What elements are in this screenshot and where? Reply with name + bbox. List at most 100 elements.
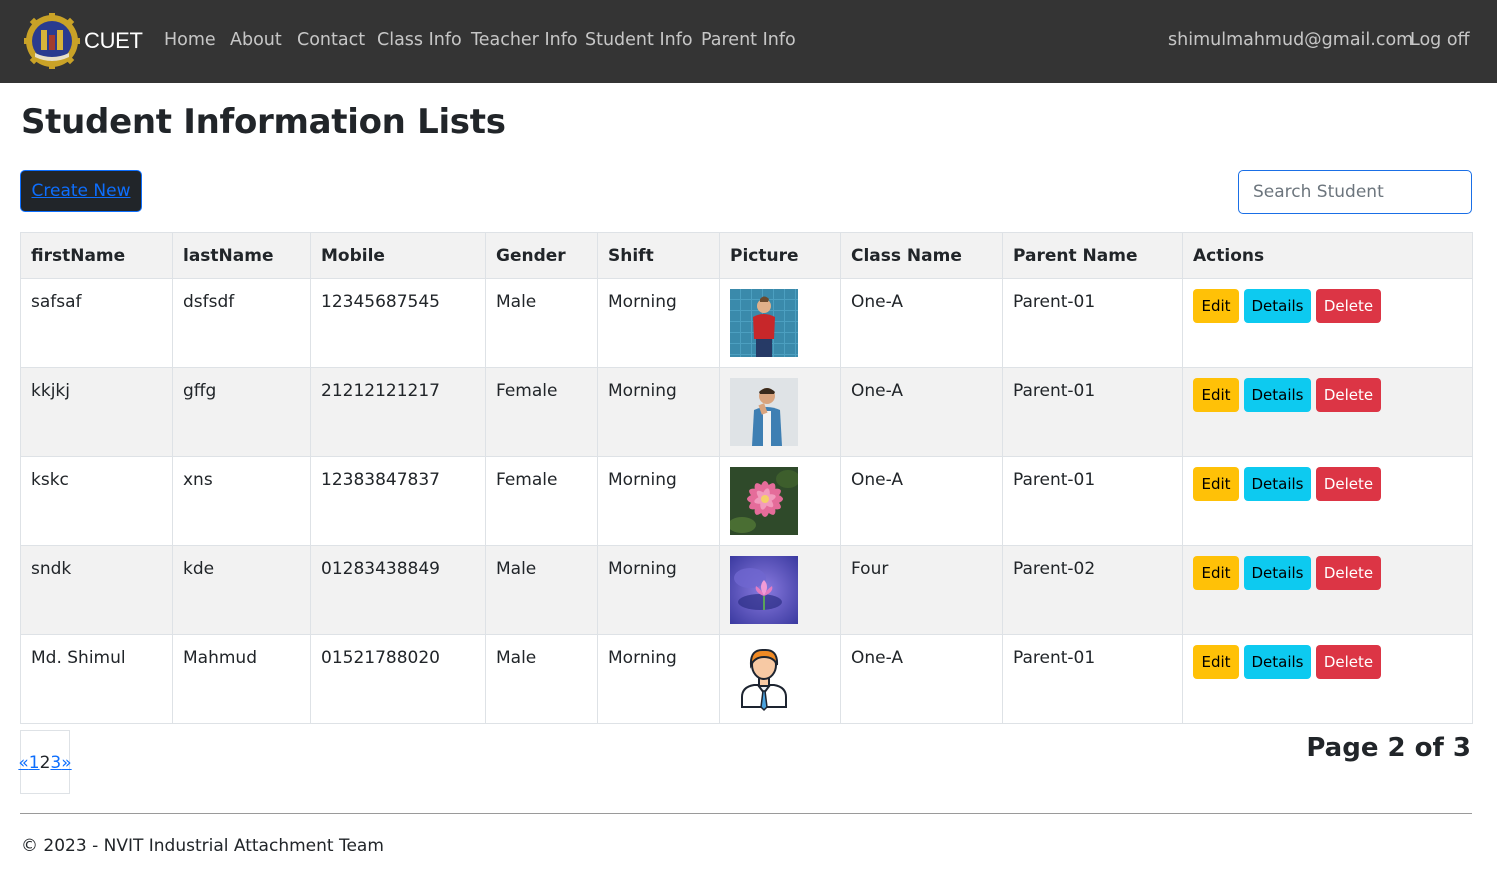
nav-teacher-info-link[interactable]: Teacher Info <box>471 28 578 52</box>
details-button[interactable]: Details <box>1244 289 1311 323</box>
cell-shift: Morning <box>597 545 720 635</box>
cell-actions: Edit Details Delete <box>1182 545 1473 635</box>
cell-shift: Morning <box>597 634 720 724</box>
delete-button[interactable]: Delete <box>1316 645 1381 679</box>
column-header-mobile: Mobile <box>310 232 486 279</box>
cell-lastname: xns <box>172 456 311 546</box>
pagination-next-link[interactable]: » <box>61 753 71 773</box>
student-avatar-icon <box>730 645 798 713</box>
cell-parent-name: Parent-02 <box>1002 545 1183 635</box>
cell-class-name: One-A <box>840 456 1003 546</box>
nav-student-info-link[interactable]: Student Info <box>585 28 693 52</box>
student-table: firstName lastName Mobile Gender Shift P… <box>20 232 1473 724</box>
edit-button[interactable]: Edit <box>1193 645 1239 679</box>
user-email-link[interactable]: shimulmahmud@gmail.com <box>1168 28 1413 52</box>
pagination-page-3-link[interactable]: 3 <box>50 753 61 773</box>
delete-button[interactable]: Delete <box>1316 289 1381 323</box>
nav-contact-link[interactable]: Contact <box>297 28 365 52</box>
footer-text: © 2023 - NVIT Industrial Attachment Team <box>21 836 384 856</box>
top-navbar: CUET Home About Contact Class Info Teach… <box>0 0 1497 83</box>
details-button[interactable]: Details <box>1244 645 1311 679</box>
student-photo-pink-flower <box>730 467 798 535</box>
edit-button[interactable]: Edit <box>1193 289 1239 323</box>
cell-parent-name: Parent-01 <box>1002 456 1183 546</box>
cell-class-name: Four <box>840 545 1003 635</box>
cell-parent-name: Parent-01 <box>1002 367 1183 457</box>
edit-button[interactable]: Edit <box>1193 467 1239 501</box>
edit-button[interactable]: Edit <box>1193 556 1239 590</box>
column-header-lastname: lastName <box>172 232 311 279</box>
table-row: Md. Shimul Mahmud 01521788020 Male Morni… <box>20 634 1473 724</box>
details-button[interactable]: Details <box>1244 467 1311 501</box>
cell-firstname: sndk <box>20 545 173 635</box>
column-header-class-name: Class Name <box>840 232 1003 279</box>
cell-gender: Male <box>485 634 598 724</box>
cell-gender: Female <box>485 367 598 457</box>
create-new-button[interactable]: Create New <box>20 170 142 212</box>
cell-parent-name: Parent-01 <box>1002 278 1183 368</box>
brand[interactable]: CUET <box>23 13 143 69</box>
cell-class-name: One-A <box>840 278 1003 368</box>
page-indicator: Page 2 of 3 <box>1306 733 1471 763</box>
table-row: sndk kde 01283438849 Male Morning Four P… <box>20 545 1473 635</box>
nav-home-link[interactable]: Home <box>164 28 216 52</box>
search-student-input[interactable] <box>1238 170 1472 214</box>
cell-lastname: gffg <box>172 367 311 457</box>
column-header-firstname: firstName <box>20 232 173 279</box>
nav-class-info-link[interactable]: Class Info <box>377 28 462 52</box>
table-row: safsaf dsfsdf 12345687545 Male Morning O… <box>20 278 1473 368</box>
pagination-prev-link[interactable]: « <box>18 753 28 773</box>
delete-button[interactable]: Delete <box>1316 378 1381 412</box>
page-title: Student Information Lists <box>21 102 506 142</box>
nav-parent-info-link[interactable]: Parent Info <box>701 28 796 52</box>
cell-picture <box>719 278 841 368</box>
table-row: kkjkj gffg 21212121217 Female Morning On… <box>20 367 1473 457</box>
cell-picture <box>719 634 841 724</box>
cell-mobile: 01521788020 <box>310 634 486 724</box>
nav-about-link[interactable]: About <box>230 28 282 52</box>
delete-button[interactable]: Delete <box>1316 467 1381 501</box>
cell-class-name: One-A <box>840 634 1003 724</box>
cell-actions: Edit Details Delete <box>1182 278 1473 368</box>
pagination: «1 2 3» <box>18 730 72 794</box>
logoff-link[interactable]: Log off <box>1410 28 1470 52</box>
column-header-actions: Actions <box>1182 232 1473 279</box>
cell-lastname: dsfsdf <box>172 278 311 368</box>
cell-actions: Edit Details Delete <box>1182 456 1473 546</box>
student-photo-man-red-shirt <box>730 289 798 357</box>
student-photo-man-thinking <box>730 378 798 446</box>
cell-actions: Edit Details Delete <box>1182 367 1473 457</box>
cell-class-name: One-A <box>840 367 1003 457</box>
cell-lastname: kde <box>172 545 311 635</box>
student-photo-purple-lotus <box>730 556 798 624</box>
column-header-parent-name: Parent Name <box>1002 232 1183 279</box>
cell-parent-name: Parent-01 <box>1002 634 1183 724</box>
brand-name: CUET <box>84 28 143 53</box>
cell-gender: Female <box>485 456 598 546</box>
edit-button[interactable]: Edit <box>1193 378 1239 412</box>
cell-picture <box>719 456 841 546</box>
details-button[interactable]: Details <box>1244 378 1311 412</box>
details-button[interactable]: Details <box>1244 556 1311 590</box>
footer-divider <box>20 813 1472 814</box>
cuet-logo-icon <box>24 13 80 69</box>
table-row: kskc xns 12383847837 Female Morning One-… <box>20 456 1473 546</box>
pagination-page-1-link[interactable]: 1 <box>29 753 40 773</box>
column-header-picture: Picture <box>719 232 841 279</box>
delete-button[interactable]: Delete <box>1316 556 1381 590</box>
cell-firstname: Md. Shimul <box>20 634 173 724</box>
cell-mobile: 21212121217 <box>310 367 486 457</box>
cell-mobile: 12383847837 <box>310 456 486 546</box>
cell-shift: Morning <box>597 367 720 457</box>
cell-lastname: Mahmud <box>172 634 311 724</box>
column-header-shift: Shift <box>597 232 720 279</box>
column-header-gender: Gender <box>485 232 598 279</box>
cell-picture <box>719 545 841 635</box>
cell-shift: Morning <box>597 278 720 368</box>
cell-picture <box>719 367 841 457</box>
cell-firstname: safsaf <box>20 278 173 368</box>
cell-actions: Edit Details Delete <box>1182 634 1473 724</box>
cell-mobile: 01283438849 <box>310 545 486 635</box>
cell-firstname: kskc <box>20 456 173 546</box>
cell-firstname: kkjkj <box>20 367 173 457</box>
